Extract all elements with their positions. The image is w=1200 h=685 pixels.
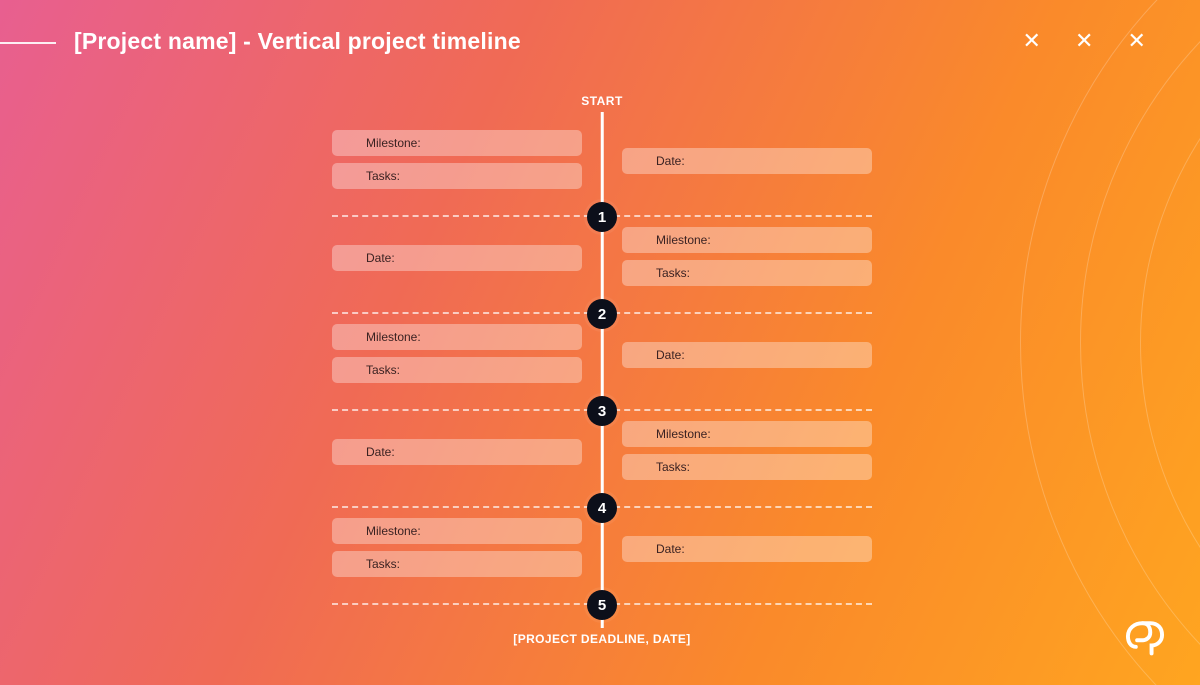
milestone-label: Milestone: [656,427,711,441]
clipboard-icon [632,265,648,281]
section-right-column: Milestone: Tasks: [622,227,872,286]
signpost-icon [632,426,648,442]
section-right-column: Milestone: Tasks: [622,421,872,480]
timeline-section: Milestone:Tasks:Date:1 [332,120,872,217]
clipboard-icon [632,459,648,475]
tasks-field[interactable]: Tasks: [622,454,872,480]
milestone-label: Milestone: [656,233,711,247]
date-field[interactable]: Date: [622,342,872,368]
date-field[interactable]: Date: [332,245,582,271]
tasks-label: Tasks: [656,266,690,280]
signpost-icon [632,232,648,248]
milestone-field[interactable]: Milestone: [332,518,582,544]
slide-canvas: [Project name] - Vertical project timeli… [0,0,1200,685]
calendar-icon [632,541,648,557]
milestone-field[interactable]: Milestone: [332,324,582,350]
date-field[interactable]: Date: [332,439,582,465]
clipboard-icon [342,556,358,572]
section-right-column: Date: [622,148,872,174]
brand-logo [1124,614,1166,661]
signpost-icon [342,523,358,539]
tasks-label: Tasks: [366,169,400,183]
section-left-column: Milestone: Tasks: [332,518,582,577]
section-right-column: Date: [622,342,872,368]
timeline-section: Date:Milestone:Tasks:4 [332,411,872,508]
milestone-field[interactable]: Milestone: [622,227,872,253]
tasks-label: Tasks: [656,460,690,474]
section-left-column: Date: [332,439,582,465]
section-left-column: Milestone: Tasks: [332,324,582,383]
timeline-deadline-label: [PROJECT DEADLINE, DATE] [513,632,690,646]
tasks-field[interactable]: Tasks: [622,260,872,286]
date-field[interactable]: Date: [622,148,872,174]
calendar-icon [632,153,648,169]
header-accent-line [0,42,56,44]
timeline-section: Milestone:Tasks:Date:3 [332,314,872,411]
page-title: [Project name] - Vertical project timeli… [74,28,521,55]
date-label: Date: [656,348,685,362]
milestone-label: Milestone: [366,136,421,150]
clipboard-icon [342,362,358,378]
decorative-crosses: ✕ ✕ ✕ [1022,28,1160,54]
timeline-section: Milestone:Tasks:Date:5 [332,508,872,605]
section-left-column: Milestone: Tasks: [332,130,582,189]
section-right-column: Date: [622,536,872,562]
timeline: START Milestone:Tasks:Date:1Date:Milesto… [332,94,872,634]
tasks-field[interactable]: Tasks: [332,551,582,577]
date-label: Date: [656,154,685,168]
clipboard-icon [342,168,358,184]
calendar-icon [342,250,358,266]
signpost-icon [342,135,358,151]
date-label: Date: [656,542,685,556]
timeline-section: Date:Milestone:Tasks:2 [332,217,872,314]
tasks-label: Tasks: [366,557,400,571]
date-label: Date: [366,251,395,265]
milestone-field[interactable]: Milestone: [332,130,582,156]
signpost-icon [342,329,358,345]
date-field[interactable]: Date: [622,536,872,562]
tasks-label: Tasks: [366,363,400,377]
milestone-field[interactable]: Milestone: [622,421,872,447]
milestone-label: Milestone: [366,330,421,344]
calendar-icon [632,347,648,363]
date-label: Date: [366,445,395,459]
calendar-icon [342,444,358,460]
milestone-label: Milestone: [366,524,421,538]
tasks-field[interactable]: Tasks: [332,357,582,383]
section-left-column: Date: [332,245,582,271]
timeline-node: 5 [587,590,617,620]
timeline-start-label: START [581,94,623,108]
tasks-field[interactable]: Tasks: [332,163,582,189]
timeline-node-number: 5 [598,597,606,614]
